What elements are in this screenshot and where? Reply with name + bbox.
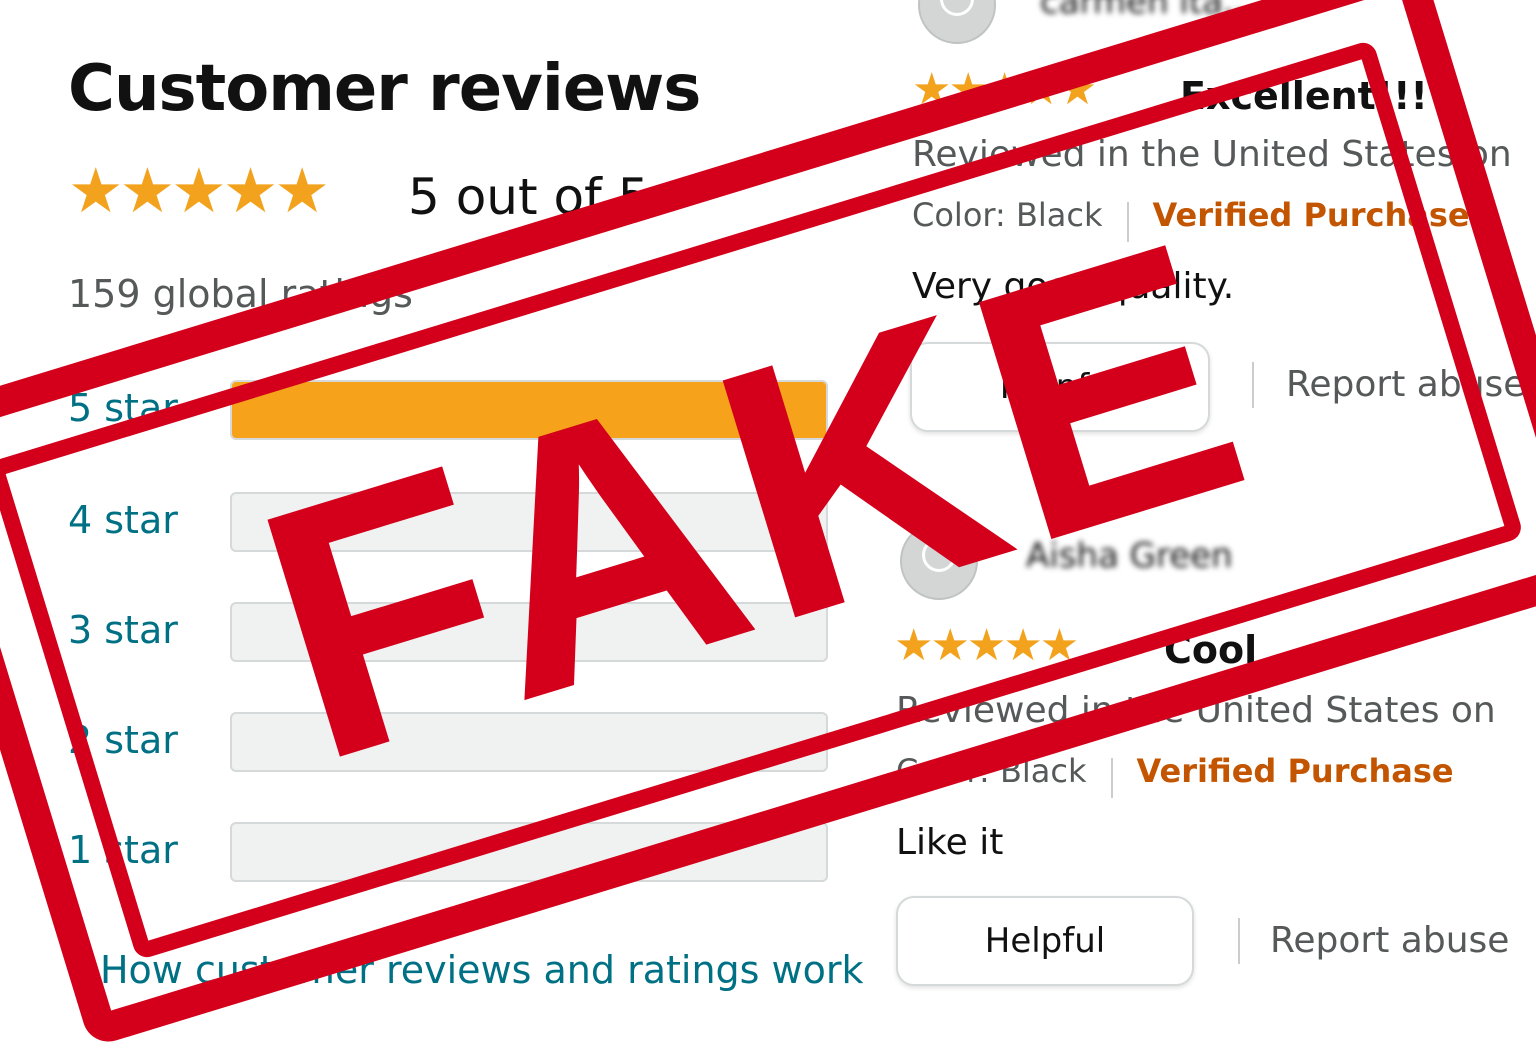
histogram-row-3[interactable]: 3 star	[68, 602, 868, 666]
review-title[interactable]: Excellent!!!	[1180, 74, 1428, 118]
histogram-row-1[interactable]: 1 star	[68, 822, 868, 886]
histogram-row-2[interactable]: 2 star	[68, 712, 868, 776]
review-title[interactable]: Cool	[1164, 628, 1257, 672]
review-color: Color: Black	[896, 752, 1087, 790]
histogram-bar	[230, 492, 828, 552]
helpful-button[interactable]: Helpful	[896, 896, 1194, 986]
histogram-label[interactable]: 5 star	[68, 386, 178, 430]
section-title: Customer reviews	[68, 52, 701, 126]
histogram-row-5[interactable]: 5 star	[68, 380, 868, 444]
review-body: Very good quality.	[912, 266, 1235, 307]
divider	[1126, 201, 1129, 242]
review-body: Like it	[896, 822, 1004, 863]
histogram-fill	[232, 382, 826, 438]
ratings-info-link[interactable]: ∨ How customer reviews and ratings work	[68, 948, 864, 992]
histogram-row-4[interactable]: 4 star	[68, 492, 868, 556]
review-color: Color: Black	[912, 196, 1103, 234]
divider	[1110, 757, 1113, 798]
review-attributes: Color: Black Verified Purchase	[896, 752, 1454, 798]
global-ratings-count: 159 global ratings	[68, 272, 413, 316]
histogram-bar	[230, 380, 828, 440]
histogram-label[interactable]: 3 star	[68, 608, 178, 652]
verified-badge: Verified Purchase	[1152, 196, 1470, 234]
review-date: Reviewed in the United States on	[896, 690, 1496, 731]
divider	[1238, 918, 1240, 964]
avatar	[900, 522, 978, 600]
histogram-label[interactable]: 1 star	[68, 828, 178, 872]
histogram-label[interactable]: 2 star	[68, 718, 178, 762]
overall-rating-stars: ★★★★★	[68, 154, 330, 227]
reviewer-name[interactable]: Aisha Green	[1026, 536, 1233, 576]
histogram-label[interactable]: 4 star	[68, 498, 178, 542]
divider	[1252, 362, 1254, 408]
avatar	[918, 0, 996, 44]
report-abuse-link[interactable]: Report abuse	[1286, 364, 1525, 405]
histogram-bar	[230, 712, 828, 772]
review-stars: ★★★★★	[912, 64, 1097, 115]
histogram-bar	[230, 822, 828, 882]
overall-rating-text: 5 out of 5	[408, 168, 650, 226]
review-stars: ★★★★★	[894, 620, 1079, 671]
verified-badge: Verified Purchase	[1136, 752, 1454, 790]
ratings-info-label[interactable]: How customer reviews and ratings work	[100, 948, 864, 992]
review-date: Reviewed in the United States on	[912, 134, 1512, 175]
chevron-down-icon: ∨	[68, 956, 90, 991]
histogram-bar	[230, 602, 828, 662]
review-attributes: Color: Black Verified Purchase	[912, 196, 1470, 242]
reviewer-name[interactable]: carmen ita...	[1040, 0, 1255, 22]
helpful-button[interactable]: Helpful	[910, 342, 1210, 432]
report-abuse-link[interactable]: Report abuse	[1270, 920, 1509, 961]
